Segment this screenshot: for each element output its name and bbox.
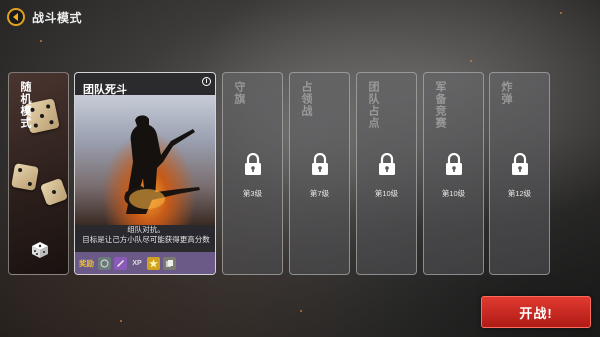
lock-icon: [511, 152, 529, 175]
unlock-level-text: 第7级: [309, 189, 330, 198]
mode-card-team-deathmatch[interactable]: 团队死斗 i 组队对抗。 目标是让己方小队尽可能获得更高分数 奖励 XP: [74, 72, 216, 275]
dice-icon: [32, 242, 48, 258]
info-icon[interactable]: i: [202, 77, 211, 86]
mode-title-locked: 守旗: [233, 81, 245, 105]
lock-icon: [244, 152, 262, 175]
cards-reward-icon: [163, 256, 176, 270]
ember: [560, 12, 562, 14]
mode-title-locked: 团队占点: [367, 81, 379, 129]
unlock-level-text: 第10级: [374, 189, 399, 198]
dice-image: [11, 163, 39, 191]
xp-reward-icon: XP: [132, 259, 142, 267]
ember: [120, 320, 122, 322]
reward-bar: 奖励 XP: [75, 252, 215, 274]
mode-card-random[interactable]: 随机模式: [8, 72, 69, 275]
mode-description: 组队对抗。 目标是让己方小队尽可能获得更高分数: [75, 225, 215, 245]
unlock-level-text: 第10级: [441, 189, 466, 198]
mode-card-locked[interactable]: 炸弹 第12级: [489, 72, 550, 275]
mode-title-random: 随机模式: [19, 81, 31, 129]
description-line-1: 组队对抗。: [127, 225, 165, 234]
star-reward-icon: [147, 256, 160, 270]
ember: [300, 310, 302, 312]
page-title: 战斗模式: [32, 11, 83, 25]
arrow-left-icon: [13, 13, 18, 21]
unlock-level-text: 第3级: [242, 189, 263, 198]
mode-title-locked: 占领战: [300, 81, 312, 117]
unlock-level-text: 第12级: [507, 189, 532, 198]
mode-card-locked[interactable]: 守旗 第3级: [222, 72, 283, 275]
ember: [470, 60, 472, 62]
lock-icon: [378, 152, 396, 175]
start-battle-button[interactable]: 开战!: [481, 296, 591, 328]
mode-card-locked[interactable]: 军备竞赛 第10级: [423, 72, 484, 275]
mode-card-locked[interactable]: 团队占点 第10级: [356, 72, 417, 275]
mode-title-locked: 军备竞赛: [434, 81, 446, 129]
weapon-skin-reward-icon: [114, 256, 127, 270]
lock-icon: [445, 152, 463, 175]
ember: [40, 40, 42, 42]
description-line-2: 目标是让己方小队尽可能获得更高分数: [82, 235, 210, 244]
lock-icon: [311, 152, 329, 175]
dice-image: [39, 177, 68, 207]
reward-label: 奖励: [79, 258, 94, 268]
coin-reward-icon: [98, 256, 111, 270]
mode-card-locked[interactable]: 占领战 第7级: [289, 72, 350, 275]
back-button[interactable]: [7, 8, 25, 26]
soldiers-artwork: [75, 95, 215, 225]
mode-title-team-deathmatch: 团队死斗: [83, 84, 127, 96]
mode-title-locked: 炸弹: [500, 81, 512, 105]
